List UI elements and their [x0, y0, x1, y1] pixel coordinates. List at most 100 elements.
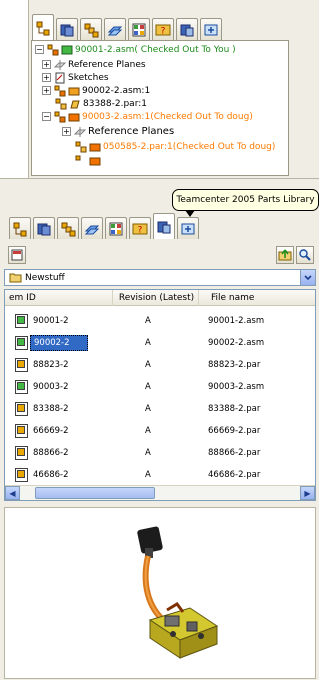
tree-row-sketches[interactable]: + Sketches	[42, 71, 109, 84]
tree-row-050585[interactable]: 050585-2.par:1(Checked Out To doug)	[75, 140, 275, 153]
expand-icon[interactable]: +	[62, 127, 71, 136]
column-revision[interactable]: Revision (Latest)	[115, 290, 199, 306]
document-icon	[15, 468, 28, 482]
tree-row-90003[interactable]: − 90003-2.asm:1(Checked Out To doug)	[42, 110, 253, 123]
part-icon	[75, 141, 87, 152]
search-icon	[299, 249, 311, 261]
tree-row-90002[interactable]: + 90002-2.asm:1	[42, 84, 150, 97]
tree-row-reference-planes[interactable]: + Reference Planes	[42, 58, 146, 71]
scroll-right-button[interactable]: ▶	[300, 486, 315, 500]
pathfinder-icon	[36, 21, 50, 35]
item-revision: A	[145, 382, 151, 392]
layers-icon	[84, 23, 99, 37]
tab-parts-library[interactable]	[33, 217, 55, 239]
folder-dropdown[interactable]: Newstuff	[4, 269, 316, 286]
library-toolbar	[4, 245, 316, 265]
item-id: 90002-2	[30, 335, 88, 351]
item-id: 90003-2	[33, 382, 69, 392]
tab-layers[interactable]	[57, 217, 79, 239]
tab-help[interactable]: ?	[129, 217, 151, 239]
tab-help[interactable]: ?	[152, 18, 174, 40]
tree-label-root: 90001-2.asm( Checked Out To You )	[75, 44, 236, 55]
tree-label-90002: 90002-2.asm:1	[82, 85, 151, 96]
item-revision: A	[145, 404, 151, 414]
assembly-occurrence-icon	[68, 87, 80, 95]
tab-teamcenter[interactable]	[153, 213, 175, 239]
tab-family-of-parts[interactable]	[105, 217, 127, 239]
table-row[interactable]: 88866-2 A 88866-2.par	[5, 442, 315, 464]
item-file-name: 88866-2.par	[208, 448, 261, 458]
tree-label-90003: 90003-2.asm:1(Checked Out To doug)	[82, 111, 253, 122]
checked-out-other-icon	[89, 143, 101, 151]
tab-add-in[interactable]	[177, 217, 199, 239]
expand-icon[interactable]: +	[42, 60, 51, 69]
item-file-name: 90001-2.asm	[208, 316, 265, 326]
item-file-name: 46686-2.par	[208, 470, 261, 480]
part-occurrence-icon	[70, 100, 80, 108]
help-icon: ?	[155, 24, 171, 36]
up-one-level-button[interactable]	[276, 246, 294, 264]
document-icon	[15, 424, 28, 438]
search-button[interactable]	[296, 246, 314, 264]
collapse-icon[interactable]: −	[42, 112, 51, 121]
scroll-left-button[interactable]: ◀	[5, 486, 20, 500]
column-file-name[interactable]: File name	[201, 290, 315, 306]
folder-icon	[9, 273, 22, 283]
column-item-id[interactable]: em ID	[9, 290, 113, 306]
item-file-name: 90002-2.asm	[208, 338, 265, 348]
tab-feature-library[interactable]	[81, 217, 103, 239]
tree-row-root[interactable]: − 90001-2.asm( Checked Out To You )	[35, 43, 236, 56]
tree-label-050585: 050585-2.par:1(Checked Out To doug)	[103, 141, 276, 152]
tree-label-83388: 83388-2.par:1	[83, 98, 147, 109]
tree-row-83388[interactable]: 83388-2.par:1	[55, 97, 147, 110]
horizontal-scrollbar[interactable]: ◀ ▶	[5, 485, 315, 500]
table-row[interactable]: 90002-2 A 90002-2.asm	[5, 332, 315, 354]
table-row[interactable]: 88823-2 A 88823-2.par	[5, 354, 315, 376]
edgebar-top-panel: ? − 90001-2.asm( Checked Out To You ) + …	[28, 0, 319, 178]
document-icon	[15, 336, 28, 350]
expand-icon[interactable]: +	[42, 73, 51, 82]
tab-parts-library[interactable]	[56, 18, 78, 40]
dropdown-arrow[interactable]	[300, 270, 315, 285]
item-revision: A	[145, 316, 151, 326]
document-icon	[15, 402, 28, 416]
item-file-name: 90003-2.asm	[208, 382, 265, 392]
tab-layers[interactable]	[80, 18, 102, 40]
pathfinder-tree: − 90001-2.asm( Checked Out To You ) + Re…	[31, 40, 289, 176]
tab-add-in[interactable]	[200, 18, 222, 40]
expand-icon[interactable]: +	[42, 86, 51, 95]
layers-icon	[61, 222, 76, 236]
help-icon: ?	[132, 223, 148, 235]
table-row[interactable]: 90003-2 A 90003-2.asm	[5, 376, 315, 398]
parts-library-icon	[60, 24, 74, 36]
tree-label-sketches: Sketches	[68, 72, 109, 83]
tab-pathfinder[interactable]	[9, 217, 31, 239]
pathfinder-icon	[13, 222, 27, 236]
item-id: 90001-2	[33, 316, 69, 326]
scrollbar-thumb[interactable]	[35, 487, 155, 499]
tree-row-partial[interactable]	[75, 154, 103, 167]
part-preview-pane	[4, 507, 316, 679]
table-row[interactable]: 90001-2 A 90001-2.asm	[5, 310, 315, 332]
tab-teamcenter[interactable]	[176, 18, 198, 40]
add-in-icon	[204, 24, 218, 35]
assembly-icon	[47, 44, 59, 55]
checked-out-other-icon	[68, 113, 80, 121]
collapse-icon[interactable]: −	[35, 45, 44, 54]
family-of-parts-icon	[132, 23, 146, 36]
tab-feature-library[interactable]	[104, 18, 126, 40]
table-row[interactable]: 66669-2 A 66669-2.par	[5, 420, 315, 442]
reference-planes-icon	[54, 59, 66, 70]
assembly-icon	[54, 85, 66, 96]
tab-family-of-parts[interactable]	[128, 18, 150, 40]
table-row[interactable]: 83388-2 A 83388-2.par	[5, 398, 315, 420]
table-row[interactable]: 46686-2 A 46686-2.par	[5, 464, 315, 486]
sketches-icon	[55, 72, 65, 83]
show-preview-button[interactable]	[8, 246, 26, 264]
teamcenter-tooltip: Teamcenter 2005 Parts Library	[172, 189, 319, 217]
checked-out-other-icon	[89, 157, 101, 165]
tree-label-reference-planes: Reference Planes	[68, 59, 146, 70]
tab-pathfinder[interactable]	[32, 14, 54, 40]
item-file-name: 66669-2.par	[208, 426, 261, 436]
tree-row-reference-planes-2[interactable]: + Reference Planes	[62, 125, 174, 138]
